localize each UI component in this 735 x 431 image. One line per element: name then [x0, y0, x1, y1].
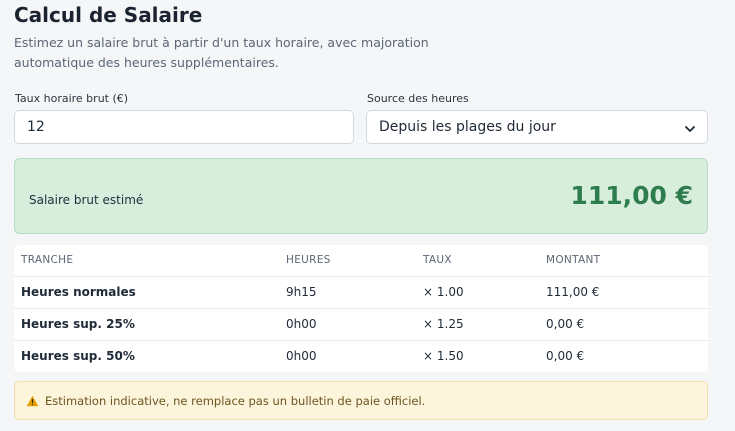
row-heures: 0h00 — [286, 317, 317, 331]
chevron-down-icon — [685, 122, 695, 132]
table-row: Heures sup. 25% 0h00 × 1.25 0,00 € — [14, 309, 708, 341]
column-header-taux: TAUX — [423, 254, 452, 266]
result-panel: Salaire brut estimé 111,00 € — [14, 158, 708, 234]
row-tranche: Heures sup. 50% — [21, 349, 135, 363]
row-tranche: Heures normales — [21, 285, 136, 299]
result-amount: 111,00 € — [570, 181, 693, 210]
breakdown-table: TRANCHE HEURES TAUX MONTANT Heures norma… — [14, 245, 708, 372]
column-header-tranche: TRANCHE — [21, 254, 74, 266]
rate-input[interactable] — [14, 110, 354, 144]
page-title: Calcul de Salaire — [14, 3, 203, 27]
row-tranche: Heures sup. 25% — [21, 317, 135, 331]
row-heures: 0h00 — [286, 349, 317, 363]
row-montant: 0,00 € — [546, 317, 585, 331]
source-label: Source des heures — [367, 92, 469, 105]
result-label: Salaire brut estimé — [29, 193, 144, 207]
disclaimer-notice: Estimation indicative, ne remplace pas u… — [14, 381, 708, 420]
row-taux: × 1.25 — [423, 317, 464, 331]
row-montant: 0,00 € — [546, 349, 585, 363]
source-select[interactable]: Depuis les plages du jour — [366, 110, 708, 144]
table-header-row: TRANCHE HEURES TAUX MONTANT — [14, 245, 708, 277]
column-header-montant: MONTANT — [546, 254, 601, 266]
rate-label: Taux horaire brut (€) — [15, 92, 129, 105]
table-row: Heures normales 9h15 × 1.00 111,00 € — [14, 277, 708, 309]
column-header-heures: HEURES — [286, 254, 331, 266]
row-heures: 9h15 — [286, 285, 317, 299]
disclaimer-text: Estimation indicative, ne remplace pas u… — [45, 393, 426, 408]
source-select-value: Depuis les plages du jour — [379, 119, 556, 135]
table-row: Heures sup. 50% 0h00 × 1.50 0,00 € — [14, 341, 708, 372]
row-taux: × 1.50 — [423, 349, 464, 363]
row-montant: 111,00 € — [546, 285, 600, 299]
page-subtitle: Estimez un salaire brut à partir d'un ta… — [14, 35, 429, 70]
warning-icon — [26, 395, 39, 407]
row-taux: × 1.00 — [423, 285, 464, 299]
salary-calculator: Calcul de Salaire Estimez un salaire bru… — [0, 0, 735, 431]
